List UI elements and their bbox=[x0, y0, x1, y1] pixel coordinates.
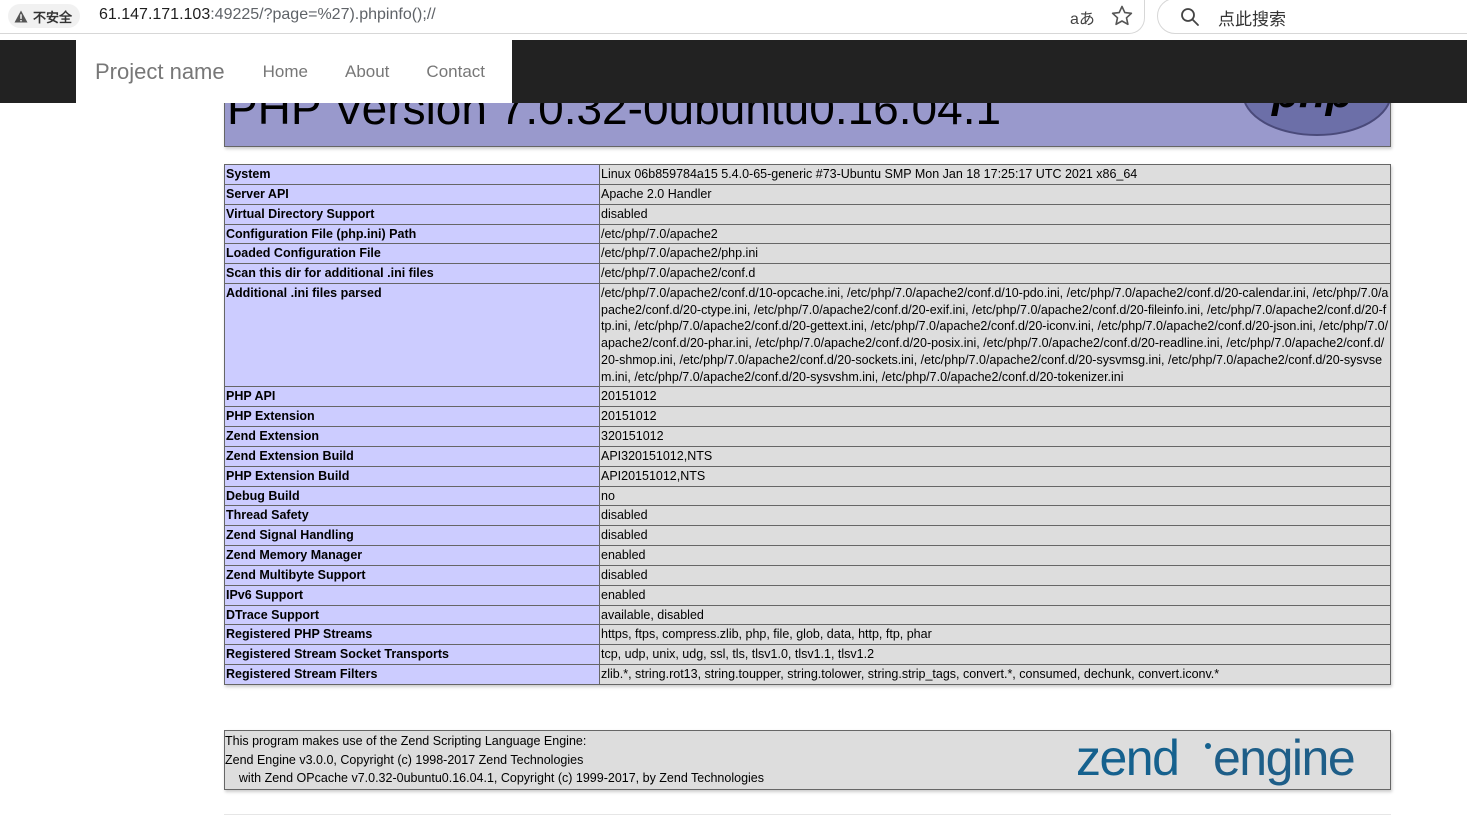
info-value: Apache 2.0 Handler bbox=[599, 183, 1391, 205]
info-row: Server API Apache 2.0 Handler bbox=[224, 183, 1391, 205]
svg-text:engine: engine bbox=[1213, 733, 1354, 786]
nav-home-link[interactable]: Home bbox=[263, 62, 308, 82]
info-key: DTrace Support bbox=[224, 604, 600, 626]
svg-text:zend: zend bbox=[1076, 733, 1178, 786]
info-value: /etc/php/7.0/apache2/conf.d bbox=[599, 263, 1391, 285]
info-value: zlib.*, string.rot13, string.toupper, st… bbox=[599, 664, 1391, 685]
info-key: Zend Memory Manager bbox=[224, 545, 600, 566]
info-key: Server API bbox=[224, 183, 600, 205]
info-value: tcp, udp, unix, udg, ssl, tls, tlsv1.0, … bbox=[599, 644, 1391, 666]
info-value: disabled bbox=[599, 525, 1391, 547]
info-row: Zend Extension 320151012 bbox=[224, 425, 1391, 447]
info-row: Zend Extension Build API320151012,NTS bbox=[224, 445, 1391, 467]
read-aloud-icon[interactable]: aあ bbox=[1070, 5, 1095, 29]
zend-engine-box: This program makes use of the Zend Scrip… bbox=[224, 730, 1391, 790]
info-value: 20151012 bbox=[599, 406, 1391, 427]
info-value: disabled bbox=[599, 505, 1391, 527]
divider bbox=[224, 814, 1391, 815]
nav-about-link[interactable]: About bbox=[345, 62, 389, 82]
info-key: Thread Safety bbox=[224, 505, 600, 527]
info-row: Thread Safety disabled bbox=[224, 505, 1391, 527]
info-key: Zend Signal Handling bbox=[224, 525, 600, 547]
zend-engine-logo[interactable]: zend engine bbox=[1074, 733, 1390, 791]
warning-icon bbox=[14, 10, 28, 22]
info-value: 320151012 bbox=[599, 425, 1391, 447]
info-key: Debug Build bbox=[224, 485, 600, 507]
info-row: Additional .ini files parsed/etc/php/7.0… bbox=[224, 283, 1391, 388]
info-row: Debug Build no bbox=[224, 485, 1391, 507]
info-key: PHP Extension Build bbox=[224, 465, 600, 487]
info-key: PHP API bbox=[224, 386, 600, 408]
info-value: enabled bbox=[599, 545, 1391, 566]
info-value: /etc/php/7.0/apache2/php.ini bbox=[599, 243, 1391, 265]
info-row: Registered Stream Socket Transports tcp, … bbox=[224, 644, 1391, 666]
search-placeholder: 点此搜索 bbox=[1218, 10, 1286, 29]
info-row: Zend Multibyte Support disabled bbox=[224, 564, 1391, 586]
info-value: API320151012,NTS bbox=[599, 445, 1391, 467]
info-value: available, disabled bbox=[599, 604, 1391, 626]
info-value: https, ftps, compress.zlib, php, file, g… bbox=[599, 624, 1391, 646]
url-text[interactable]: 61.147.171.103:49225/?page=%27).phpinfo(… bbox=[99, 6, 436, 24]
info-key: Zend Multibyte Support bbox=[224, 564, 600, 586]
info-row: Virtual Directory Support disabled bbox=[224, 203, 1391, 225]
info-row: Loaded Configuration File/etc/php/7.0/ap… bbox=[224, 243, 1391, 265]
info-row: System Linux 06b859784a15 5.4.0-65-generi… bbox=[224, 164, 1391, 185]
info-value: /etc/php/7.0/apache2 bbox=[599, 223, 1391, 245]
info-value: Linux 06b859784a15 5.4.0-65-generic #73-… bbox=[599, 164, 1391, 185]
info-value: enabled bbox=[599, 584, 1391, 606]
info-value: API20151012,NTS bbox=[599, 465, 1391, 487]
info-row: PHP Extension 20151012 bbox=[224, 406, 1391, 427]
info-row: Configuration File (php.ini) Path/etc/ph… bbox=[224, 223, 1391, 245]
info-value: disabled bbox=[599, 564, 1391, 586]
info-row: Zend Signal Handling disabled bbox=[224, 525, 1391, 547]
info-row: Registered Stream Filters zlib.*, string.… bbox=[224, 664, 1391, 685]
info-key: PHP Extension bbox=[224, 406, 600, 427]
info-key: Scan this dir for additional .ini files bbox=[224, 263, 600, 285]
info-row: PHP API 20151012 bbox=[224, 386, 1391, 408]
info-key: Zend Extension bbox=[224, 425, 600, 447]
search-icon bbox=[1181, 8, 1199, 26]
address-bar[interactable]: 不安全 61.147.171.103:49225/?page=%27).phpi… bbox=[0, 0, 1145, 34]
phpinfo-table: System Linux 06b859784a15 5.4.0-65-generi… bbox=[224, 164, 1391, 685]
info-value: disabled bbox=[599, 203, 1391, 225]
search-box[interactable]: 点此搜索 bbox=[1157, 0, 1467, 34]
navbar-container: Project name Home About Contact bbox=[76, 40, 512, 103]
info-row: DTrace Support available, disabled bbox=[224, 604, 1391, 626]
info-key: Virtual Directory Support bbox=[224, 203, 600, 225]
nav-contact-link[interactable]: Contact bbox=[426, 62, 485, 82]
zend-line-2: Zend Engine v3.0.0, Copyright (c) 1998-2… bbox=[225, 752, 584, 767]
info-key: Loaded Configuration File bbox=[224, 243, 600, 265]
info-row: Registered PHP Streams https, ftps, compr… bbox=[224, 624, 1391, 646]
info-row: PHP Extension Build API20151012,NTS bbox=[224, 465, 1391, 487]
info-key: Additional .ini files parsed bbox=[224, 283, 600, 388]
info-key: IPv6 Support bbox=[224, 584, 600, 606]
url-path: :49225/?page=%27).phpinfo();// bbox=[210, 6, 436, 23]
info-key: Configuration File (php.ini) Path bbox=[224, 223, 600, 245]
info-key: Registered Stream Socket Transports bbox=[224, 644, 600, 666]
security-label: 不安全 bbox=[33, 9, 73, 25]
info-row: Scan this dir for additional .ini files /… bbox=[224, 263, 1391, 285]
info-key: Registered PHP Streams bbox=[224, 624, 600, 646]
info-key: Zend Extension Build bbox=[224, 445, 600, 467]
zend-line-1: This program makes use of the Zend Scrip… bbox=[225, 734, 587, 748]
info-key: Registered Stream Filters bbox=[224, 664, 600, 685]
info-value: /etc/php/7.0/apache2/conf.d/10-opcache.i… bbox=[599, 283, 1391, 388]
security-indicator[interactable]: 不安全 bbox=[8, 4, 81, 28]
brand-link[interactable]: Project name bbox=[95, 59, 225, 85]
url-host: 61.147.171.103 bbox=[99, 6, 211, 23]
zend-line-3: with Zend OPcache v7.0.32-0ubuntu0.16.04… bbox=[225, 771, 764, 785]
site-navbar: Project name Home About Contact bbox=[0, 40, 1467, 103]
info-value: 20151012 bbox=[599, 386, 1391, 408]
info-row: Zend Memory Manager enabled bbox=[224, 545, 1391, 566]
info-row: IPv6 Support enabled bbox=[224, 584, 1391, 606]
zend-engine-text: This program makes use of the Zend Scrip… bbox=[225, 732, 764, 788]
info-key: System bbox=[224, 164, 600, 185]
favorite-star-icon[interactable] bbox=[1110, 4, 1134, 28]
info-value: no bbox=[599, 485, 1391, 507]
